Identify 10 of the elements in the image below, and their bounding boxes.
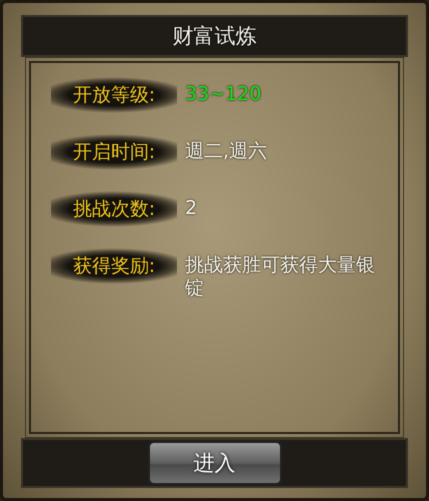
field-value: 挑战获胜可获得大量银锭 [185,253,376,300]
field-label: 开启时间: [51,134,177,170]
field-label: 开放等级: [51,77,177,113]
field-label: 挑战次数: [51,191,177,227]
field-label: 获得奖励: [51,248,177,284]
field-value: 2 [185,196,198,220]
enter-button[interactable]: 进入 [148,441,282,485]
dialog-title: 财富试炼 [172,23,256,50]
field-value: 週二,週六 [185,139,268,163]
field-value: 33~120 [185,82,262,106]
